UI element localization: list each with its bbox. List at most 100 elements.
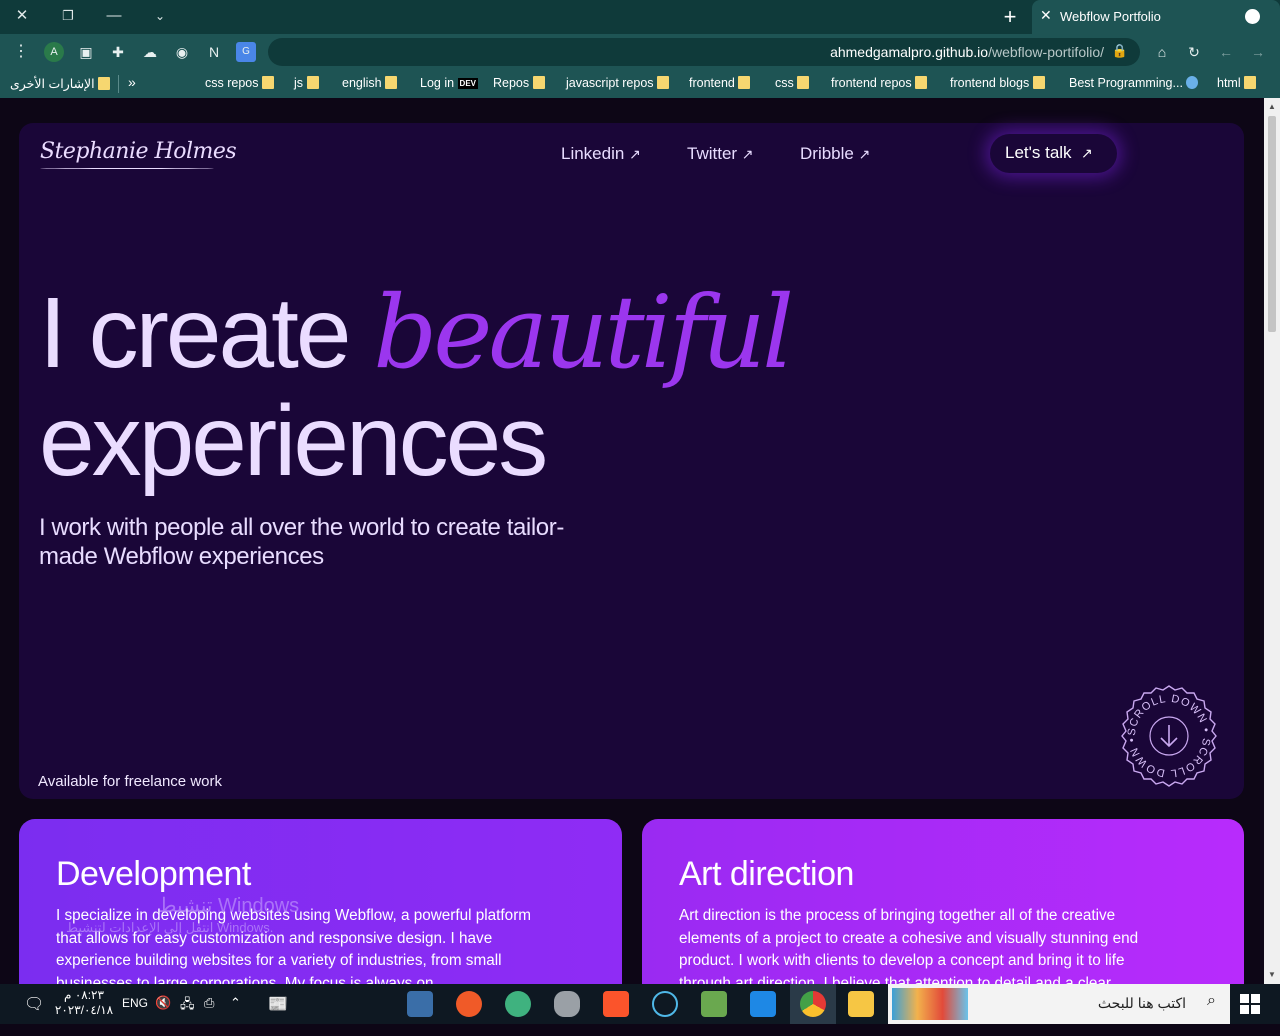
page-scrollbar[interactable]: ▲ ▼: [1264, 98, 1280, 984]
scroll-up-arrow-icon[interactable]: ▲: [1268, 102, 1276, 111]
lambda-app-icon[interactable]: [701, 991, 727, 1017]
site-logo[interactable]: Stephanie Holmes: [40, 139, 237, 164]
bookmarks-overflow-button[interactable]: »: [128, 74, 136, 90]
folder-icon: [915, 76, 928, 89]
tab-search-icon[interactable]: ⌄: [148, 5, 172, 27]
bookmark-repos[interactable]: Repos: [493, 76, 545, 90]
database-app-icon[interactable]: [554, 991, 580, 1017]
brave-app-icon[interactable]: [603, 991, 629, 1017]
card-body: Art direction is the process of bringing…: [679, 907, 1139, 984]
file-explorer-app-icon[interactable]: [848, 991, 874, 1017]
reload-icon[interactable]: ↻: [1184, 42, 1204, 62]
globe-icon: [1245, 9, 1260, 24]
bookmark-javascript-repos[interactable]: javascript repos: [566, 76, 670, 90]
folder-icon: [1032, 76, 1045, 89]
extensions-icon[interactable]: ✚: [108, 42, 128, 62]
page-viewport: Stephanie Holmes Linkedin ↗ Twitter ↗ Dr…: [0, 98, 1264, 984]
bookmarks-divider: [118, 75, 119, 93]
nav-link-dribble[interactable]: Dribble ↗: [800, 144, 870, 164]
taskbar-search-box[interactable]: اكتب هنا للبحث ⌕: [888, 984, 1230, 1024]
cortana-app-icon[interactable]: [652, 991, 678, 1017]
extension-robot-icon[interactable]: ☁: [140, 42, 160, 62]
notion-icon[interactable]: N: [204, 42, 224, 62]
clock-time: ٠٨:٢٣ م: [64, 988, 104, 1002]
lets-talk-button[interactable]: Let's talk ↗: [990, 134, 1117, 173]
bookmark-best-programming[interactable]: Best Programming...: [1069, 76, 1199, 90]
lock-icon[interactable]: 🔒: [1112, 43, 1128, 59]
atom-app-icon[interactable]: [505, 991, 531, 1017]
screenshot-icon[interactable]: ◉: [172, 42, 192, 62]
folder-icon: [261, 76, 274, 89]
arrow-up-right-icon: ↗: [629, 146, 641, 162]
meet-now-icon[interactable]: ⎙: [204, 995, 214, 1035]
minimize-window-icon[interactable]: —: [102, 5, 126, 27]
windows-activation-watermark-title: تنشيط Windows: [158, 895, 300, 917]
bookmark-log-in[interactable]: Log in DEV: [420, 76, 478, 90]
hero-heading-line2: experiences: [39, 385, 548, 497]
scroll-down-arrow-icon[interactable]: ▼: [1268, 970, 1276, 979]
language-indicator[interactable]: ENG: [122, 996, 148, 1036]
close-window-icon[interactable]: ✕: [10, 5, 34, 27]
scrollbar-thumb[interactable]: [1268, 116, 1276, 332]
folder-icon: [532, 76, 545, 89]
restore-window-icon[interactable]: ❐: [56, 5, 80, 27]
address-bar[interactable]: ahmedgamalpro.github.io/webflow-portifol…: [268, 38, 1140, 66]
notifications-icon[interactable]: 🗨: [24, 994, 44, 1034]
bookmark-frontend-blogs[interactable]: frontend blogs: [950, 76, 1045, 90]
browser-tab-bar: ✕ ❐ — ⌄ + ✕ Webflow Portfolio: [0, 0, 1280, 34]
profile-avatar[interactable]: A: [44, 42, 64, 62]
windows-start-icon[interactable]: [1240, 994, 1260, 1014]
show-hidden-icons-icon[interactable]: ⌃: [230, 995, 241, 1035]
search-placeholder: اكتب هنا للبحث: [1097, 995, 1186, 1011]
other-bookmarks[interactable]: الإشارات الأخرى: [10, 76, 111, 91]
bookmark-css[interactable]: css: [775, 76, 810, 90]
nav-link-twitter[interactable]: Twitter ↗: [687, 144, 754, 164]
hero-heading-line1: I create beautiful: [39, 274, 794, 391]
volume-muted-icon[interactable]: 🔇: [155, 995, 171, 1035]
forward-icon[interactable]: →: [1248, 42, 1268, 62]
chrome-app-icon[interactable]: [800, 991, 826, 1017]
folder-icon: [98, 77, 111, 90]
tab-title: Webflow Portfolio: [1060, 9, 1161, 24]
folder-icon: [1244, 76, 1257, 89]
arrow-down-icon: [1160, 725, 1178, 748]
close-tab-icon[interactable]: ✕: [1040, 7, 1052, 24]
hero-subtitle: I work with people all over the world to…: [39, 514, 564, 570]
clock[interactable]: ٠٨:٢٣ م ٢٠٢٣/٠٤/١٨: [54, 988, 114, 1028]
arrow-up-right-icon: ↗: [858, 146, 871, 162]
dev-icon: DEV: [457, 78, 478, 89]
menu-dots-icon[interactable]: ⋮: [11, 42, 31, 62]
windows-activation-watermark-sub: انتقل إلى الإعدادات لتنشيط Windows.: [66, 920, 274, 935]
folder-icon: [738, 76, 751, 89]
card-body: I specialize in developing websites usin…: [56, 907, 532, 984]
site-favicon-icon: [1186, 76, 1199, 89]
service-card-development: Development I specialize in developing w…: [19, 819, 622, 984]
url-text: ahmedgamalpro.github.io/webflow-portifol…: [830, 44, 1104, 60]
network-icon[interactable]: 🖧: [180, 995, 195, 1035]
hero-heading-emphasis: beautiful: [373, 274, 794, 391]
scroll-down-badge[interactable]: SCROLL DOWN • SCROLL DOWN •: [1116, 683, 1222, 789]
bookmark-js[interactable]: js: [294, 76, 319, 90]
bookmark-css-repos[interactable]: css repos: [205, 76, 274, 90]
search-highlight-image: [892, 988, 968, 1020]
news-widget-icon[interactable]: 📰: [268, 994, 288, 1034]
bookmark-html[interactable]: html: [1217, 76, 1257, 90]
folder-icon: [306, 76, 319, 89]
bookmark-frontend[interactable]: frontend: [689, 76, 751, 90]
search-icon: ⌕: [1207, 992, 1216, 1009]
start-tile: [1240, 1005, 1249, 1014]
translate-icon[interactable]: G: [236, 42, 256, 62]
postman-app-icon[interactable]: [456, 991, 482, 1017]
bookmark-frontend-repos[interactable]: frontend repos: [831, 76, 928, 90]
home-icon[interactable]: ⌂: [1152, 42, 1172, 62]
clock-date: ٢٠٢٣/٠٤/١٨: [54, 1003, 114, 1017]
sidebar-icon[interactable]: ▣: [76, 42, 96, 62]
folder-icon: [385, 76, 398, 89]
bookmark-english[interactable]: english: [342, 76, 398, 90]
nav-link-linkedin[interactable]: Linkedin ↗: [561, 144, 641, 164]
new-tab-button[interactable]: +: [996, 4, 1024, 30]
tab-webflow-portfolio[interactable]: ✕ Webflow Portfolio: [1032, 0, 1280, 34]
vscode-app-icon[interactable]: [750, 991, 776, 1017]
photos-app-icon[interactable]: [407, 991, 433, 1017]
back-icon[interactable]: ←: [1216, 42, 1236, 62]
